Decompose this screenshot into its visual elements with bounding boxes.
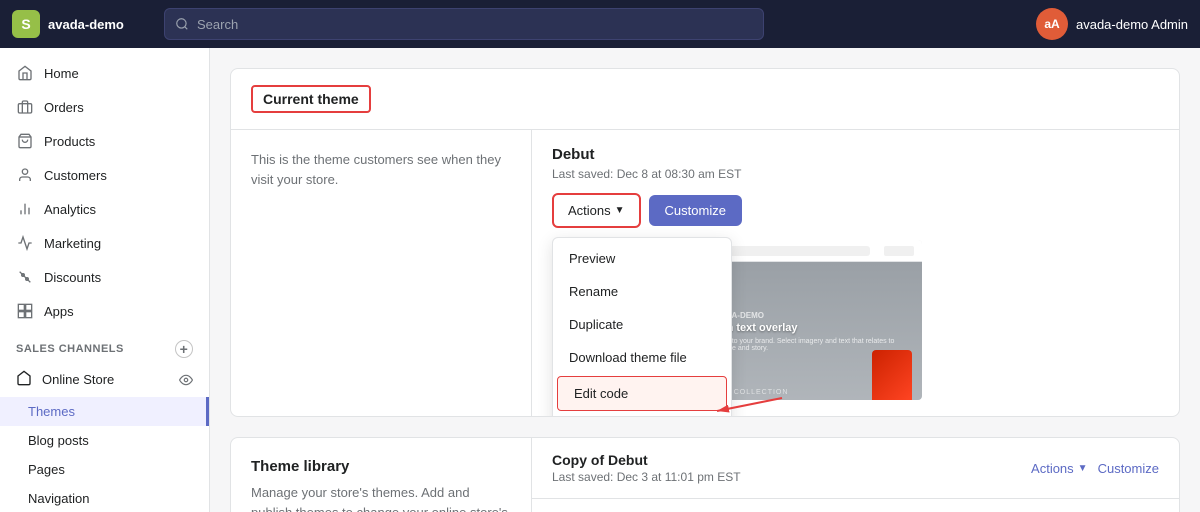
- current-theme-desc-text: This is the theme customers see when the…: [251, 150, 511, 189]
- store-name: avada-demo: [48, 17, 124, 32]
- sidebar-sub-label-blog-posts: Blog posts: [28, 433, 89, 448]
- dropdown-item-rename[interactable]: Rename: [553, 275, 731, 308]
- current-theme-name: Debut: [552, 146, 1159, 163]
- theme-library-section: Theme library Manage your store's themes…: [230, 437, 1180, 512]
- theme-library-body: Theme library Manage your store's themes…: [231, 438, 1179, 512]
- dropdown-item-preview[interactable]: Preview: [553, 242, 731, 275]
- current-theme-saved: Last saved: Dec 8 at 08:30 am EST: [552, 167, 1159, 181]
- sidebar-sub-label-themes: Themes: [28, 404, 75, 419]
- chevron-down-icon-list-0: ▼: [1078, 463, 1088, 474]
- dropdown-item-duplicate[interactable]: Duplicate: [553, 308, 731, 341]
- user-area: aA avada-demo Admin: [1036, 8, 1188, 40]
- user-label: avada-demo Admin: [1076, 17, 1188, 32]
- current-theme-right: Debut Last saved: Dec 8 at 08:30 am EST …: [531, 130, 1179, 416]
- products-icon: [16, 132, 34, 150]
- thumb-jacket-image: [872, 350, 912, 400]
- current-theme-description: This is the theme customers see when the…: [231, 130, 531, 416]
- thumb-nav: [884, 246, 914, 256]
- search-icon: [175, 17, 189, 31]
- online-store-label: Online Store: [42, 372, 114, 387]
- sidebar-item-marketing[interactable]: Marketing: [0, 226, 209, 260]
- sidebar-label-marketing: Marketing: [44, 236, 101, 251]
- theme-list-name-0: Copy of Debut: [552, 452, 741, 468]
- theme-list-customize-button-0[interactable]: Customize: [1098, 461, 1159, 476]
- sidebar: Home Orders Products Customers Analytics: [0, 48, 210, 512]
- sidebar-sub-label-navigation: Navigation: [28, 491, 89, 506]
- sidebar-item-products[interactable]: Products: [0, 124, 209, 158]
- add-sales-channel-button[interactable]: +: [175, 340, 193, 358]
- sidebar-sub-item-navigation[interactable]: Navigation: [0, 484, 209, 512]
- theme-actions-row: Actions ▼ Preview Rename: [552, 193, 1159, 228]
- sidebar-sub-item-pages[interactable]: Pages: [0, 455, 209, 484]
- search-placeholder: Search: [197, 17, 238, 32]
- theme-list-actions-button-0[interactable]: Actions ▼: [1031, 461, 1088, 476]
- eye-icon: [179, 373, 193, 387]
- sidebar-label-analytics: Analytics: [44, 202, 96, 217]
- customers-icon: [16, 166, 34, 184]
- sidebar-sub-item-blog-posts[interactable]: Blog posts: [0, 426, 209, 455]
- actions-button[interactable]: Actions ▼: [552, 193, 641, 228]
- sidebar-item-online-store[interactable]: Online Store: [0, 362, 209, 397]
- current-theme-body: This is the theme customers see when the…: [231, 130, 1179, 416]
- sidebar-label-orders: Orders: [44, 100, 84, 115]
- online-store-icon: [16, 370, 32, 389]
- home-icon: [16, 64, 34, 82]
- top-navigation: S avada-demo Search aA avada-demo Admin: [0, 0, 1200, 48]
- dropdown-item-download[interactable]: Download theme file: [553, 341, 731, 374]
- content-area: Current theme This is the theme customer…: [210, 48, 1200, 512]
- avatar[interactable]: aA: [1036, 8, 1068, 40]
- search-bar[interactable]: Search: [164, 8, 764, 40]
- customize-button[interactable]: Customize: [649, 195, 742, 226]
- orders-icon: [16, 98, 34, 116]
- theme-list-item-1: Debut Not customized yet Actions ▼ Custo…: [532, 499, 1179, 512]
- actions-dropdown: Preview Rename Duplicate Download theme …: [552, 237, 732, 417]
- theme-list-item-0: Copy of Debut Last saved: Dec 3 at 11:01…: [532, 438, 1179, 499]
- current-theme-header: Current theme: [231, 69, 1179, 130]
- theme-library-description: Theme library Manage your store's themes…: [231, 438, 531, 512]
- current-theme-title: Current theme: [251, 85, 371, 113]
- theme-list-saved-0: Last saved: Dec 3 at 11:01 pm EST: [552, 470, 741, 484]
- theme-library-subtitle: Manage your store's themes. Add and publ…: [251, 483, 511, 512]
- sidebar-sub-label-pages: Pages: [28, 462, 65, 477]
- dropdown-item-edit-code[interactable]: Edit code: [557, 376, 727, 411]
- sidebar-label-home: Home: [44, 66, 79, 81]
- dropdown-item-edit-languages[interactable]: Edit languages: [553, 413, 731, 417]
- sidebar-item-customers[interactable]: Customers: [0, 158, 209, 192]
- theme-library-list: Copy of Debut Last saved: Dec 3 at 11:01…: [531, 438, 1179, 512]
- sidebar-label-products: Products: [44, 134, 95, 149]
- sidebar-item-analytics[interactable]: Analytics: [0, 192, 209, 226]
- sidebar-label-apps: Apps: [44, 304, 74, 319]
- chevron-down-icon: ▼: [615, 205, 625, 216]
- sidebar-item-home[interactable]: Home: [0, 56, 209, 90]
- sidebar-item-discounts[interactable]: Discounts: [0, 260, 209, 294]
- discounts-icon: [16, 268, 34, 286]
- current-theme-section: Current theme This is the theme customer…: [230, 68, 1180, 417]
- shopify-logo-icon: S: [12, 10, 40, 38]
- logo-area[interactable]: S avada-demo: [12, 10, 152, 38]
- theme-library-title: Theme library: [251, 458, 511, 475]
- sidebar-item-apps[interactable]: Apps: [0, 294, 209, 328]
- sales-channels-section: SALES CHANNELS +: [0, 328, 209, 362]
- sidebar-item-orders[interactable]: Orders: [0, 90, 209, 124]
- red-arrow-indicator: [707, 393, 787, 417]
- analytics-icon: [16, 200, 34, 218]
- sidebar-sub-item-themes[interactable]: Themes: [0, 397, 209, 426]
- sidebar-label-customers: Customers: [44, 168, 107, 183]
- sidebar-label-discounts: Discounts: [44, 270, 101, 285]
- marketing-icon: [16, 234, 34, 252]
- apps-icon: [16, 302, 34, 320]
